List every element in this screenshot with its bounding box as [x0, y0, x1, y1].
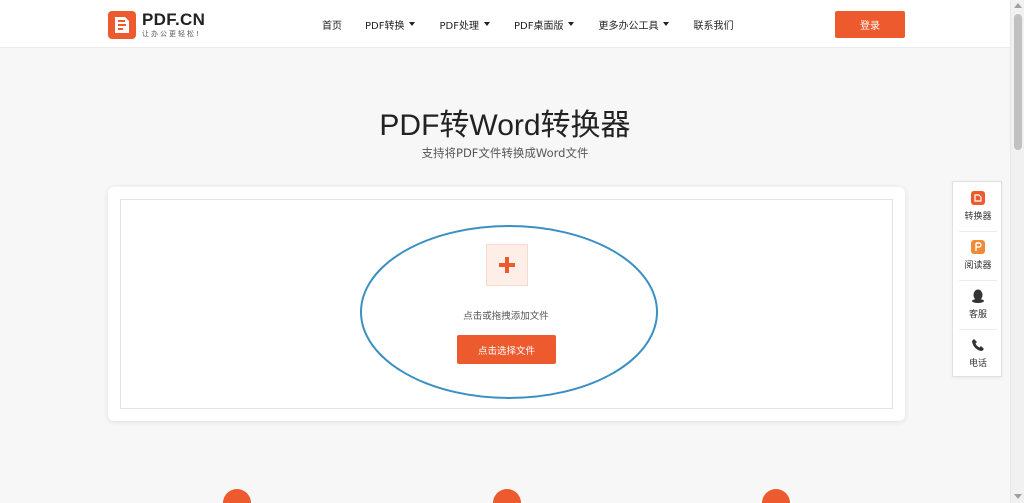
feature-icon [762, 489, 790, 503]
side-item-converter[interactable]: 转换器 [959, 182, 997, 230]
caret-down-icon [663, 22, 670, 26]
side-item-support[interactable]: 客服 [959, 280, 997, 328]
side-item-label: 客服 [968, 310, 987, 320]
pdf-logo-icon [108, 11, 136, 39]
nav-item-contact[interactable]: 联系我们 [693, 17, 733, 32]
logo-title: PDF.CN [142, 10, 206, 29]
login-button[interactable]: 登录 [835, 11, 905, 38]
scroll-thumb[interactable] [1014, 14, 1022, 150]
nav-label: 首页 [322, 20, 342, 32]
nav-item-pdf-convert[interactable]: PDF转换 [365, 17, 416, 32]
nav-label: 更多办公工具 [598, 20, 659, 32]
pdf-converter-icon [971, 190, 985, 205]
caret-down-icon [483, 22, 490, 26]
nav-label: PDF转换 [365, 20, 405, 32]
scroll-down-icon[interactable] [1014, 494, 1022, 499]
caret-down-icon [409, 22, 416, 26]
nav-item-home[interactable]: 首页 [322, 17, 342, 32]
main-nav: 首页 PDF转换 PDF处理 PDF桌面版 更多办公工具 联系我们 [322, 0, 733, 48]
floating-side-panel: 转换器 阅读器 客服 电话 [952, 181, 1002, 377]
side-item-label: 阅读器 [964, 261, 992, 271]
nav-item-more-tools[interactable]: 更多办公工具 [598, 17, 670, 32]
side-item-phone[interactable]: 电话 [959, 329, 997, 377]
side-item-label: 转换器 [964, 211, 992, 222]
side-item-reader[interactable]: 阅读器 [959, 231, 997, 279]
nav-item-pdf-process[interactable]: PDF处理 [439, 17, 490, 32]
feature-icon [493, 489, 521, 503]
select-file-button[interactable]: 点击选择文件 [457, 335, 556, 364]
logo-slogan: 让办公更轻松! [142, 30, 201, 38]
side-item-label: 电话 [968, 359, 987, 369]
nav-item-pdf-desktop[interactable]: PDF桌面版 [513, 17, 575, 32]
pdf-reader-icon [971, 240, 985, 254]
nav-label: PDF桌面版 [513, 20, 564, 32]
add-file-plus-icon[interactable] [486, 244, 528, 286]
caret-down-icon [568, 22, 575, 26]
vertical-scrollbar[interactable] [1010, 0, 1024, 503]
nav-label: 联系我们 [693, 20, 734, 32]
site-logo[interactable]: PDF.CN 让办公更轻松! [108, 10, 205, 40]
page-subtitle: 支持将PDF文件转换成Word文件 [421, 146, 589, 160]
drop-hint-text: 点击或拖拽添加文件 [463, 311, 549, 322]
feature-icon [223, 489, 251, 503]
phone-icon [972, 339, 984, 351]
qq-icon [972, 289, 984, 303]
page-title: PDF转Word转换器 [379, 109, 631, 142]
top-header: PDF.CN 让办公更轻松! 首页 PDF转换 PDF处理 PDF桌面版 更多办… [0, 0, 1010, 48]
scroll-up-icon[interactable] [1014, 3, 1022, 8]
nav-label: PDF处理 [439, 20, 479, 32]
